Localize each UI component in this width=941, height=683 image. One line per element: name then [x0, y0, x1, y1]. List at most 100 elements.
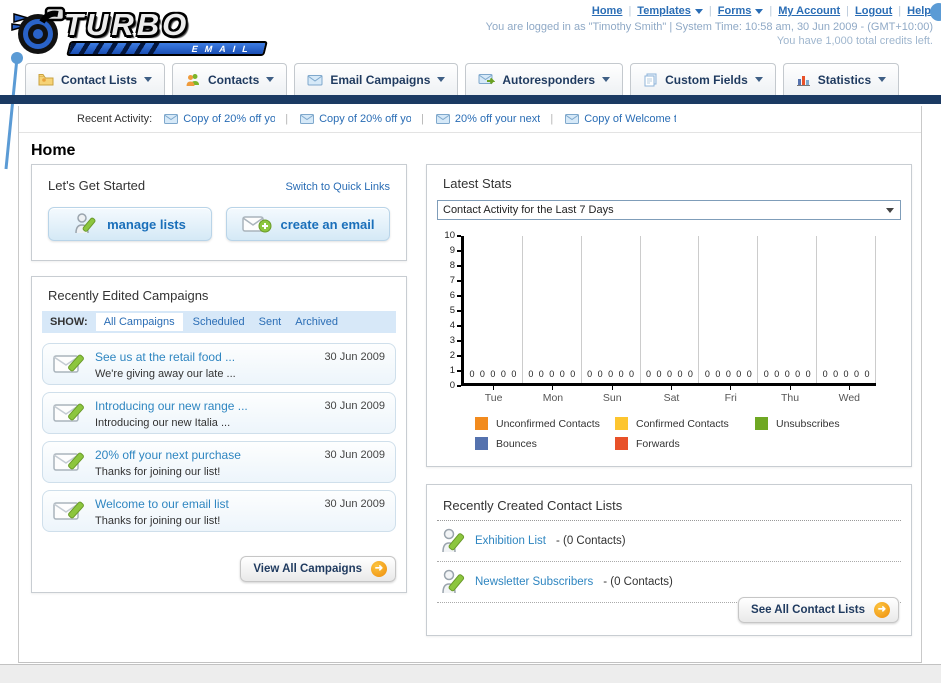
latest-stats-panel: Latest Stats Contact Activity for the La… [426, 164, 912, 467]
campaign-subtitle: Thanks for joining our list! [95, 515, 221, 527]
contact-list-detail: - (0 Contacts) [603, 576, 673, 588]
bar-value-label: 0 [490, 369, 496, 379]
bar-value-label: 0 [587, 369, 593, 379]
bar-value-label: 0 [833, 369, 839, 379]
contact-list-link[interactable]: Exhibition List [475, 535, 546, 547]
recent-activity-item[interactable]: 20% off your next [435, 113, 540, 125]
bar-value-label: 0 [736, 369, 742, 379]
get-started-panel: Let's Get Started Switch to Quick Links … [31, 164, 407, 261]
folder-icon [38, 74, 54, 86]
filter-archived[interactable]: Archived [295, 316, 338, 328]
contact-list-detail: - (0 Contacts) [555, 535, 626, 547]
bar-value-label: 0 [666, 369, 672, 379]
legend-label: Bounces [496, 437, 537, 450]
campaign-title-link[interactable]: 20% off your next purchase [95, 448, 241, 462]
chart-day-group: 00000 [523, 236, 582, 383]
header-link-logout[interactable]: Logout [855, 5, 892, 17]
logo-text: TURBO EMAIL [64, 7, 268, 56]
separator: | [628, 5, 632, 17]
chevron-down-icon [437, 77, 446, 82]
person-pencil-icon [442, 569, 465, 594]
header: TURBO EMAIL Home | Templates | Forms | M… [0, 0, 941, 62]
bar-value-label: 0 [795, 369, 801, 379]
header-link-my-account[interactable]: My Account [778, 5, 840, 17]
filter-all-campaigns[interactable]: All Campaigns [95, 313, 183, 331]
campaign-title-link[interactable]: Introducing our new range ... [95, 399, 248, 413]
contact-lists-panel: Recently Created Contact Lists Exhibitio… [426, 484, 912, 636]
campaign-list-item: Introducing our new range ... Introducin… [42, 392, 396, 434]
x-axis-label: Fri [701, 386, 760, 404]
recent-activity-item[interactable]: Copy of 20% off yo [164, 113, 275, 125]
envelope-icon [300, 114, 315, 124]
x-axis-label: Wed [820, 386, 879, 404]
bar-value-label: 0 [715, 369, 721, 379]
envelope-icon [164, 114, 179, 124]
bar-value-label: 0 [597, 369, 603, 379]
tab-statistics[interactable]: Statistics [782, 63, 900, 95]
stats-period-select[interactable]: Contact Activity for the Last 7 Days [437, 200, 901, 220]
campaigns-panel: Recently Edited Campaigns SHOW: All Camp… [31, 276, 407, 593]
tab-contact-lists[interactable]: Contact Lists [25, 63, 166, 95]
tab-label: Autoresponders [502, 72, 596, 87]
header-link-home[interactable]: Home [592, 5, 623, 17]
pages-icon [644, 73, 657, 86]
arrow-right-icon [371, 561, 387, 577]
main-nav: Contact Lists Contacts Email Campaigns A… [25, 63, 900, 95]
legend-item: Confirmed Contacts [615, 417, 755, 430]
envelope-icon [565, 114, 580, 124]
campaign-date: 30 Jun 2009 [324, 351, 385, 363]
header-links: Home | Templates | Forms | My Account | … [592, 5, 931, 17]
bar-value-label: 0 [725, 369, 731, 379]
bar-value-label: 0 [656, 369, 662, 379]
recent-activity-item[interactable]: Copy of 20% off yo [300, 113, 411, 125]
envelope-pencil-icon [53, 501, 84, 520]
campaign-date: 30 Jun 2009 [324, 400, 385, 412]
header-link-templates[interactable]: Templates [637, 5, 703, 17]
page-title: Home [31, 142, 76, 159]
switch-quick-links-link[interactable]: Switch to Quick Links [285, 181, 390, 193]
campaign-list-item: See us at the retail food ... We're givi… [42, 343, 396, 385]
filter-scheduled[interactable]: Scheduled [193, 316, 245, 328]
latest-stats-title: Latest Stats [443, 176, 512, 191]
envelope-pencil-icon [53, 354, 84, 373]
manage-lists-button[interactable]: manage lists [48, 207, 212, 241]
recent-activity-item[interactable]: Copy of Welcome to [565, 113, 676, 125]
tab-label: Statistics [817, 72, 872, 87]
chart-day-group: 00000 [758, 236, 818, 383]
separator: | [285, 113, 289, 125]
legend-label: Confirmed Contacts [636, 417, 729, 430]
envelope-icon [307, 74, 323, 85]
chevron-down-icon [602, 77, 611, 82]
header-link-help[interactable]: Help [907, 5, 931, 17]
stats-period-value: Contact Activity for the Last 7 Days [443, 204, 614, 216]
bar-value-label: 0 [864, 369, 870, 379]
tab-contacts[interactable]: Contacts [172, 63, 288, 95]
person-pencil-icon [442, 528, 465, 553]
create-email-button[interactable]: create an email [226, 207, 390, 241]
bar-value-label: 0 [822, 369, 828, 379]
envelope-arrow-icon [478, 74, 496, 85]
campaign-title-link[interactable]: See us at the retail food ... [95, 350, 235, 364]
campaign-title-link[interactable]: Welcome to our email list [95, 497, 229, 511]
chevron-down-icon [878, 77, 887, 82]
chevron-down-icon [755, 8, 764, 14]
tab-email-campaigns[interactable]: Email Campaigns [294, 63, 459, 95]
see-all-contact-lists-label: See All Contact Lists [751, 604, 865, 616]
arrow-right-icon [874, 602, 890, 618]
tab-custom-fields[interactable]: Custom Fields [630, 63, 776, 95]
help-bubble-icon[interactable] [930, 3, 941, 21]
envelope-pencil-icon [53, 403, 84, 422]
tab-label: Contact Lists [61, 72, 138, 87]
turbo-email-logo: TURBO EMAIL [8, 4, 276, 58]
filter-sent[interactable]: Sent [259, 316, 282, 328]
tab-autoresponders[interactable]: Autoresponders [465, 63, 624, 95]
x-axis-label: Mon [523, 386, 582, 404]
header-link-forms[interactable]: Forms [718, 5, 764, 17]
tab-label: Email Campaigns [330, 72, 431, 87]
view-all-campaigns-button[interactable]: View All Campaigns [240, 556, 396, 582]
see-all-contact-lists-button[interactable]: See All Contact Lists [738, 597, 899, 623]
chart-x-labels: Tue Mon Sun Sat Fri Thu Wed [464, 386, 879, 404]
campaign-subtitle: Thanks for joining our list! [95, 466, 221, 478]
contact-list-link[interactable]: Newsletter Subscribers [475, 576, 593, 588]
x-axis-label: Thu [760, 386, 819, 404]
